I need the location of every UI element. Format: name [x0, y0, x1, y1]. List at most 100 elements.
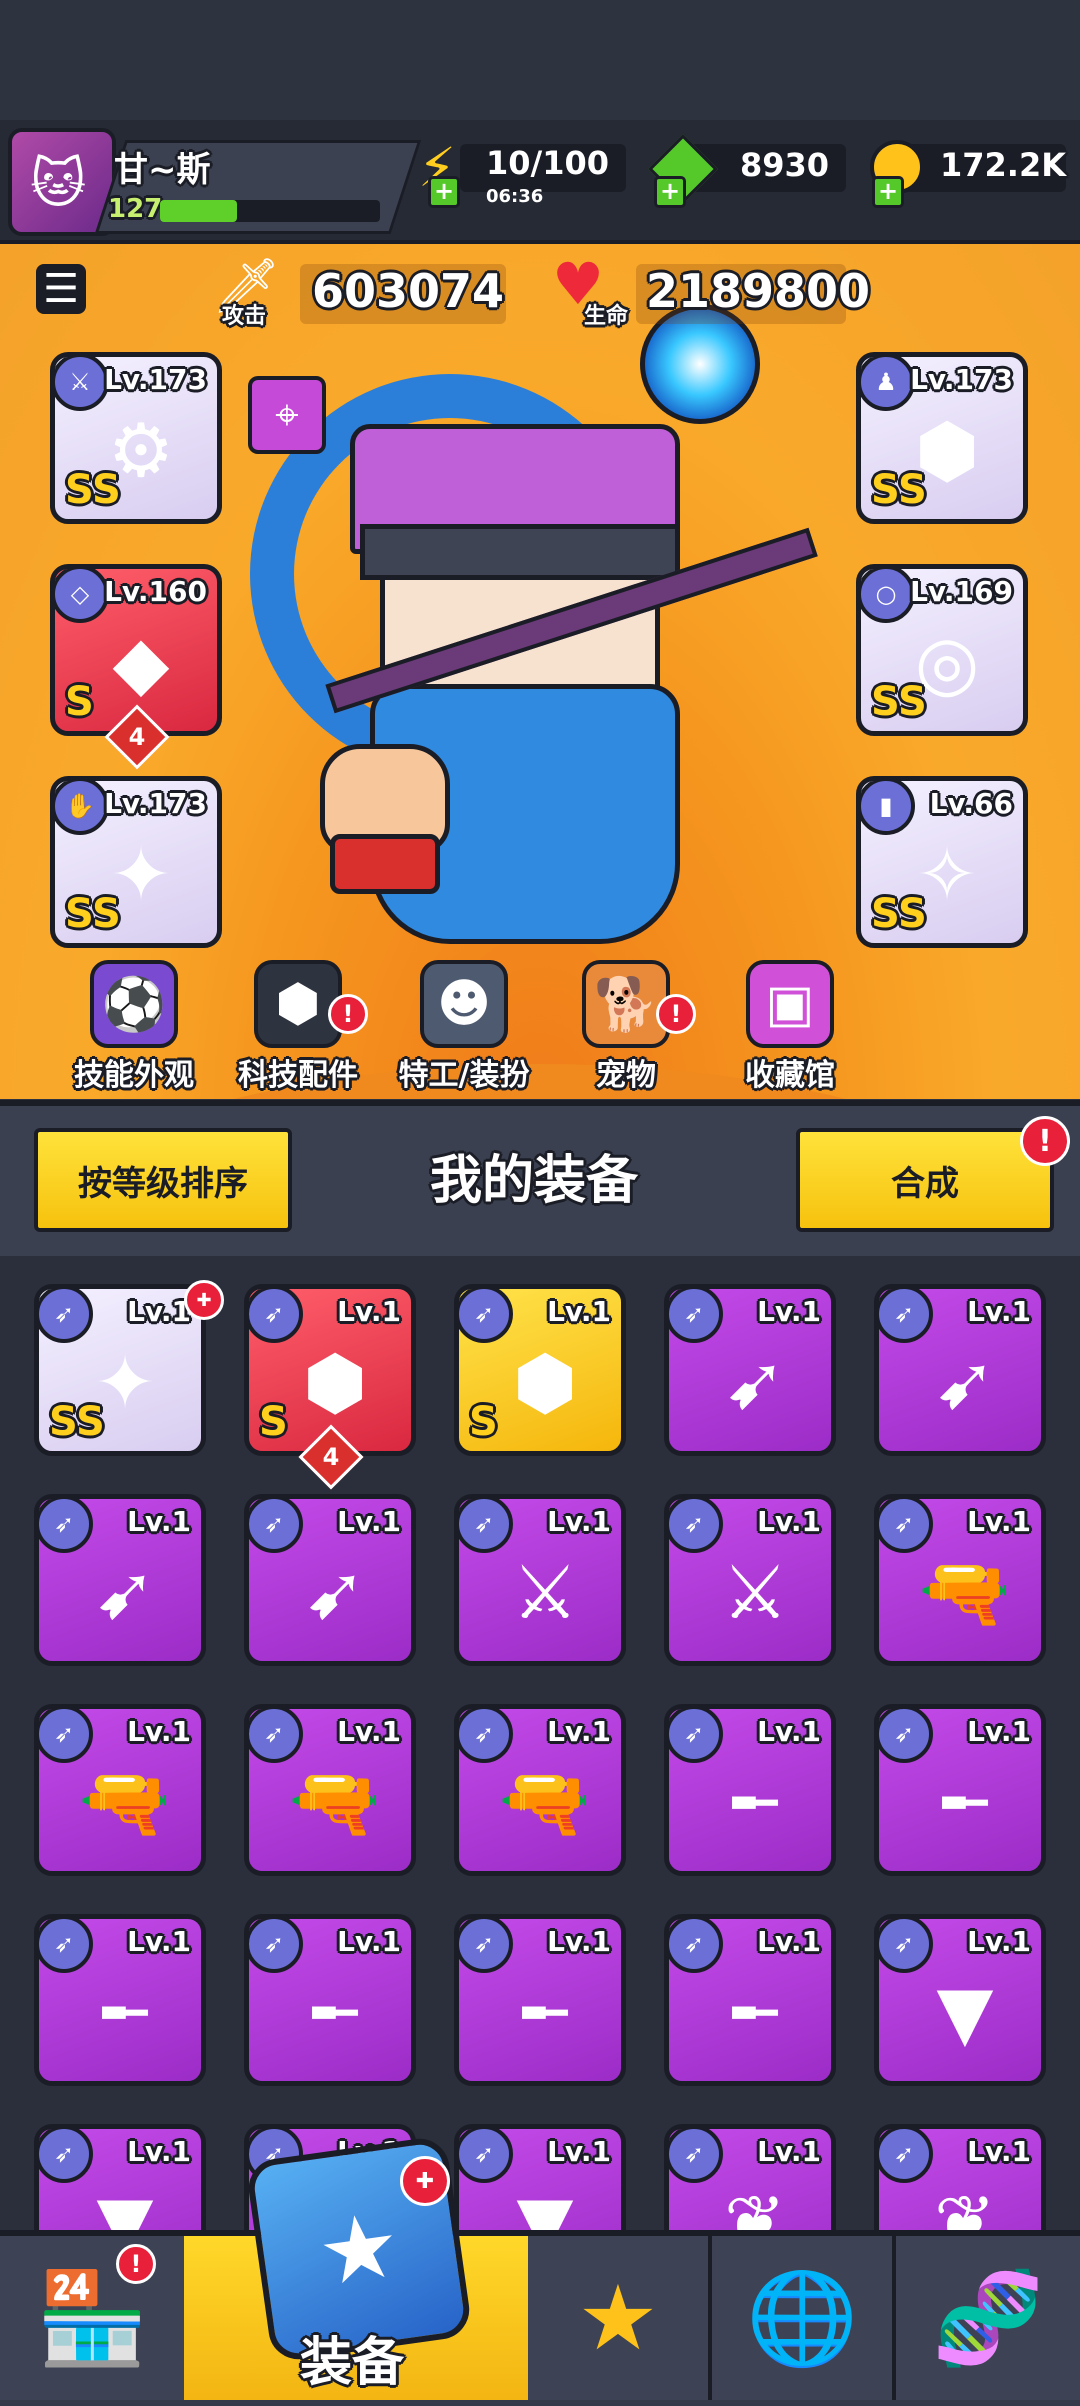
nav-agent[interactable]: ☻ 特工/装扮	[384, 960, 544, 1094]
item-level: Lv.1	[337, 1925, 401, 1958]
tab-dna[interactable]: 🧬	[896, 2236, 1080, 2400]
nav-alert-badge: !	[656, 994, 696, 1034]
inventory-item[interactable]: ╾ ➶ Lv.1	[244, 1914, 416, 2086]
item-icon: ╾	[522, 1970, 568, 2056]
inventory-item[interactable]: ╾ ➶ Lv.1	[664, 1704, 836, 1876]
add-coins-icon[interactable]: +	[872, 176, 904, 208]
inventory-item[interactable]: ➹ ➶ Lv.1	[244, 1494, 416, 1666]
inventory-item[interactable]: 🔫 ➶ Lv.1	[454, 1704, 626, 1876]
equipment-title: 我的装备	[430, 1151, 639, 1211]
weapon-category-icon: ➶	[459, 1289, 513, 1343]
nav-label: 科技配件	[238, 1058, 358, 1093]
nav-alert-badge: !	[328, 994, 368, 1034]
inventory-item[interactable]: ➹ ➶ Lv.1	[34, 1494, 206, 1666]
avatar-cat-icon: 🐱	[30, 152, 87, 215]
hp-label: 生命	[584, 304, 629, 329]
attack-label: 攻击	[222, 304, 267, 329]
tab-equipment-label: 装备	[300, 2333, 405, 2393]
item-icon: ⬢	[302, 1340, 368, 1426]
player-name: 甘~斯	[114, 150, 211, 190]
xp-bar-fill	[160, 200, 237, 222]
add-gems-icon[interactable]: +	[654, 176, 686, 208]
weapon-category-icon: ⚔	[55, 357, 109, 411]
tab-battle[interactable]: ★	[528, 2236, 712, 2400]
sort-by-level-button[interactable]: 按等级排序	[34, 1128, 292, 1232]
item-icon: 🔫	[498, 1759, 592, 1846]
item-level: Lv.1	[127, 1925, 191, 1958]
weapon-category-icon: ➶	[879, 1499, 933, 1553]
inventory-item[interactable]: ❦ ➶ Lv.1	[664, 2124, 836, 2231]
weapon-category-icon: ➶	[879, 1289, 933, 1343]
item-level: Lv.1	[757, 1505, 821, 1538]
inventory-item[interactable]: 🔫 ➶ Lv.1	[874, 1494, 1046, 1666]
weapon-category-icon: ➶	[879, 1709, 933, 1763]
attack-value: 603074	[312, 264, 505, 318]
target-icon[interactable]: ⌖	[248, 376, 326, 454]
equipped-slot-right-2[interactable]: ◎ ○ Lv.169 SS	[856, 564, 1028, 736]
inventory-item[interactable]: ╾ ➶ Lv.1	[664, 1914, 836, 2086]
inventory-item[interactable]: ⬢ ➶ Lv.1 S	[454, 1284, 626, 1456]
nav-label: 技能外观	[74, 1058, 194, 1093]
item-level: Lv.173	[910, 363, 1013, 396]
item-icon: ⚔	[721, 1550, 789, 1636]
inventory-item[interactable]: 🔫 ➶ Lv.1	[244, 1704, 416, 1876]
item-level: Lv.1	[757, 1295, 821, 1328]
player-level: 127	[108, 194, 163, 224]
item-icon: ❦	[723, 2180, 786, 2231]
equipped-slot-right-3[interactable]: ✧ ▮ Lv.66 SS	[856, 776, 1028, 948]
nav-chest[interactable]: ▣ 收藏馆	[710, 960, 870, 1094]
star-ball-icon: 🌐	[745, 2265, 859, 2371]
item-rarity: SS	[49, 1399, 105, 1445]
weapon-category-icon: ➶	[459, 2129, 513, 2183]
weapon-category-icon: ➶	[459, 1709, 513, 1763]
inventory-item[interactable]: ╾ ➶ Lv.1	[34, 1914, 206, 2086]
hp-value: 2189800	[646, 264, 871, 318]
item-icon: 🔫	[78, 1759, 172, 1846]
status-bar	[0, 0, 1080, 120]
energy-value: 10/100	[486, 144, 610, 182]
inventory-item[interactable]: ▼➶ Lv.1	[874, 1914, 1046, 2086]
weapon-category-icon: ➶	[669, 1289, 723, 1343]
nav-soccer-hat[interactable]: ⚽ 技能外观	[54, 960, 214, 1094]
tech-hex-icon: ⬢	[254, 960, 342, 1048]
inventory-item[interactable]: ╾ ➶ Lv.1	[454, 1914, 626, 2086]
tab-events[interactable]: 🌐	[712, 2236, 896, 2400]
weapon-category-icon: ➶	[669, 2129, 723, 2183]
menu-list-icon[interactable]: ☰	[36, 264, 86, 314]
equipped-slot-left-1[interactable]: ⚙ ⚔ Lv.173 SS	[50, 352, 222, 524]
add-energy-icon[interactable]: +	[428, 176, 460, 208]
item-level: Lv.1	[127, 2135, 191, 2168]
item-icon: ╾	[942, 1760, 988, 1846]
inventory-item[interactable]: ╾ ➶ Lv.1	[874, 1704, 1046, 1876]
inventory-item[interactable]: ➹ ➶ Lv.1	[874, 1284, 1046, 1456]
inventory-item[interactable]: ⚔ ➶ Lv.1	[664, 1494, 836, 1666]
inventory-item[interactable]: ➹ ➶ Lv.1	[664, 1284, 836, 1456]
weapon-category-icon: ➶	[249, 1289, 303, 1343]
dna-capsule-icon: 🧬	[931, 2265, 1045, 2371]
inventory-item[interactable]: 🔫 ➶ Lv.1	[34, 1704, 206, 1876]
item-rarity: S	[469, 1399, 498, 1445]
inventory-item[interactable]: ▼➶ Lv.1	[34, 2124, 206, 2231]
weapon-category-icon: ➶	[459, 1919, 513, 1973]
inventory-item[interactable]: ▼➶ Lv.1	[454, 2124, 626, 2231]
item-level: Lv.1	[967, 1715, 1031, 1748]
tab-shop[interactable]: 🏪	[0, 2236, 188, 2400]
merge-alert-badge: !	[1020, 1116, 1070, 1166]
merge-button[interactable]: 合成	[796, 1128, 1054, 1232]
item-level: Lv.1	[547, 2135, 611, 2168]
equipped-slot-right-1[interactable]: ⬢ ♟ Lv.173 SS	[856, 352, 1028, 524]
inventory-item[interactable]: ❦ ➶ Lv.1	[874, 2124, 1046, 2231]
nav-label: 宠物	[596, 1058, 656, 1093]
energy-timer: 06:36	[486, 186, 544, 207]
inventory-item[interactable]: ✦ ➶ Lv.1 SS	[34, 1284, 206, 1456]
item-level: Lv.173	[104, 787, 207, 820]
item-icon: ➹	[93, 1550, 156, 1636]
boots-category-icon: ▮	[861, 781, 915, 835]
item-level: Lv.1	[757, 2135, 821, 2168]
item-rarity: S	[259, 1399, 288, 1445]
inventory-item[interactable]: ⚔ ➶ Lv.1	[454, 1494, 626, 1666]
item-level: Lv.1	[757, 1715, 821, 1748]
pet-dog	[300, 724, 460, 894]
equipped-slot-left-3[interactable]: ✦ ✋ Lv.173 SS	[50, 776, 222, 948]
item-level: Lv.1	[547, 1505, 611, 1538]
